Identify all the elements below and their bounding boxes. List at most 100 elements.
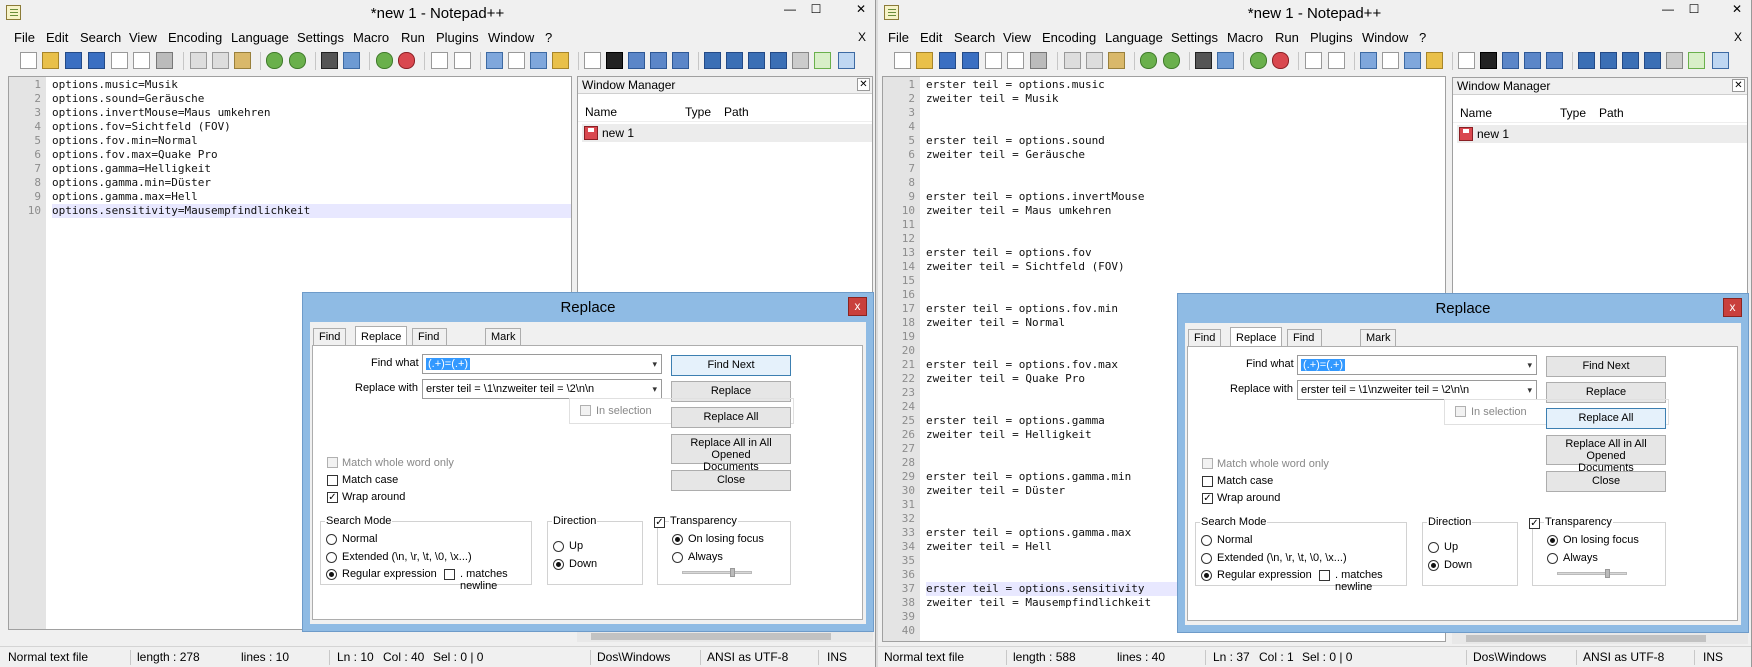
code-line[interactable]: options.fov.max=Quake Pro xyxy=(52,148,571,162)
dot-newline-checkbox[interactable] xyxy=(444,569,455,580)
replace-all-button[interactable]: Replace All xyxy=(1546,408,1666,429)
tab-find-in-files[interactable]: Find in Files xyxy=(1287,329,1323,376)
close-dialog-button[interactable]: Close xyxy=(671,470,791,491)
mode-extended-radio[interactable] xyxy=(1201,553,1212,564)
menu-plugins[interactable]: Plugins xyxy=(1310,30,1353,45)
play-icon[interactable] xyxy=(628,52,645,69)
mode-extended-radio[interactable] xyxy=(326,552,337,563)
print-icon[interactable] xyxy=(156,52,173,69)
spell-icon[interactable] xyxy=(814,52,831,69)
code-line[interactable]: options.gamma.max=Hell xyxy=(52,190,571,204)
record-icon[interactable] xyxy=(584,52,601,69)
code-line[interactable]: options.gamma.min=Düster xyxy=(52,176,571,190)
sync-v-icon[interactable] xyxy=(1305,52,1322,69)
menu-edit[interactable]: Edit xyxy=(920,30,942,45)
match-whole-word-checkbox[interactable] xyxy=(327,457,338,468)
tab-mark[interactable]: Mark xyxy=(1360,329,1397,347)
match-whole-word-checkbox[interactable] xyxy=(1202,458,1213,469)
dir-down-radio[interactable] xyxy=(553,559,564,570)
stop-icon[interactable] xyxy=(606,52,623,69)
code-line[interactable]: erster teil = options.invertMouse xyxy=(926,190,1445,204)
zoom-in-icon[interactable] xyxy=(1250,52,1267,69)
code-line[interactable]: options.sound=Geräusche xyxy=(52,92,571,106)
mode-normal-radio[interactable] xyxy=(326,534,337,545)
dir-up-radio[interactable] xyxy=(1428,542,1439,553)
tab-mark[interactable]: Mark xyxy=(485,328,522,346)
tab-find-in-files[interactable]: Find in Files xyxy=(412,328,448,375)
find-next-button[interactable]: Find Next xyxy=(1546,356,1666,377)
menu-window[interactable]: Window xyxy=(488,30,534,45)
close-document-button[interactable]: X xyxy=(858,30,866,44)
fold-icon[interactable] xyxy=(1644,52,1661,69)
menu-search[interactable]: Search xyxy=(80,30,121,45)
menu-file[interactable]: File xyxy=(888,30,909,45)
close-all-icon[interactable] xyxy=(1007,52,1024,69)
code-line[interactable]: options.gamma=Helligkeit xyxy=(52,162,571,176)
copy-icon[interactable] xyxy=(212,52,229,69)
redo-icon[interactable] xyxy=(1163,52,1180,69)
always-radio[interactable] xyxy=(1547,553,1558,564)
find-icon[interactable] xyxy=(1195,52,1212,69)
dir-down-radio[interactable] xyxy=(1428,560,1439,571)
zoom-in-icon[interactable] xyxy=(376,52,393,69)
window-manager-close-icon[interactable]: ✕ xyxy=(1732,79,1745,92)
code-line[interactable]: zweiter teil = Sichtfeld (FOV) xyxy=(926,260,1445,274)
new-icon[interactable] xyxy=(894,52,911,69)
code-line[interactable]: erster teil = options.music xyxy=(926,78,1445,92)
replace-with-input[interactable]: erster teil = \1\nzweiter teil = \2\n\n … xyxy=(422,379,662,399)
play-multiple-icon[interactable] xyxy=(1524,52,1541,69)
code-line[interactable]: zweiter teil = Maus umkehren xyxy=(926,204,1445,218)
on-losing-focus-radio[interactable] xyxy=(672,534,683,545)
replace-icon[interactable] xyxy=(1217,52,1234,69)
code-line[interactable]: erster teil = options.fov xyxy=(926,246,1445,260)
fold-icon[interactable] xyxy=(770,52,787,69)
close-icon[interactable] xyxy=(985,52,1002,69)
transparency-checkbox[interactable]: ✓ xyxy=(654,517,665,528)
indent-guide-icon[interactable] xyxy=(1404,52,1421,69)
col-type[interactable]: Type xyxy=(685,102,711,122)
tab-find[interactable]: Find xyxy=(1188,329,1222,347)
col-name[interactable]: Name xyxy=(585,102,617,122)
in-selection-checkbox[interactable] xyxy=(580,405,591,416)
mode-normal-radio[interactable] xyxy=(1201,535,1212,546)
monitor-icon[interactable] xyxy=(1666,52,1683,69)
replace-with-input[interactable]: erster teil = \1\nzweiter teil = \2\n\n … xyxy=(1297,380,1537,400)
match-case-checkbox[interactable] xyxy=(327,475,338,486)
paste-icon[interactable] xyxy=(234,52,251,69)
col-type[interactable]: Type xyxy=(1560,103,1586,123)
code-line[interactable]: options.invertMouse=Maus umkehren xyxy=(52,106,571,120)
code-line[interactable]: options.fov=Sichtfeld (FOV) xyxy=(52,120,571,134)
find-what-input[interactable]: (.+)=(.+) ▾ xyxy=(1297,355,1537,375)
close-all-icon[interactable] xyxy=(133,52,150,69)
menu-window[interactable]: Window xyxy=(1362,30,1408,45)
code-line[interactable]: options.fov.min=Normal xyxy=(52,134,571,148)
col-name[interactable]: Name xyxy=(1460,103,1492,123)
col-path[interactable]: Path xyxy=(1599,103,1624,123)
menu-help[interactable]: ? xyxy=(1419,30,1426,45)
transparency-checkbox[interactable]: ✓ xyxy=(1529,518,1540,529)
window-list-icon[interactable] xyxy=(838,52,855,69)
cut-icon[interactable] xyxy=(1064,52,1081,69)
menu-macro[interactable]: Macro xyxy=(1227,30,1263,45)
spell-icon[interactable] xyxy=(1688,52,1705,69)
save-macro-icon[interactable] xyxy=(672,52,689,69)
chevron-down-icon[interactable]: ▾ xyxy=(652,355,657,373)
redo-icon[interactable] xyxy=(289,52,306,69)
tab-replace[interactable]: Replace xyxy=(355,326,408,347)
scrollbar-thumb[interactable] xyxy=(1466,635,1706,642)
mode-regex-radio[interactable] xyxy=(326,569,337,580)
code-line[interactable]: zweiter teil = Musik xyxy=(926,92,1445,106)
menu-settings[interactable]: Settings xyxy=(297,30,344,45)
record-icon[interactable] xyxy=(1458,52,1475,69)
menu-settings[interactable]: Settings xyxy=(1171,30,1218,45)
find-icon[interactable] xyxy=(321,52,338,69)
window-manager-row[interactable]: new 1 xyxy=(582,124,872,142)
menu-language[interactable]: Language xyxy=(1105,30,1163,45)
code-line[interactable]: zweiter teil = Geräusche xyxy=(926,148,1445,162)
menu-help[interactable]: ? xyxy=(545,30,552,45)
sync-h-icon[interactable] xyxy=(454,52,471,69)
menu-encoding[interactable]: Encoding xyxy=(168,30,222,45)
code-line[interactable]: options.sensitivity=Mausempfindlichkeit xyxy=(52,204,571,218)
replace-icon[interactable] xyxy=(343,52,360,69)
zoom-out-icon[interactable] xyxy=(1272,52,1289,69)
